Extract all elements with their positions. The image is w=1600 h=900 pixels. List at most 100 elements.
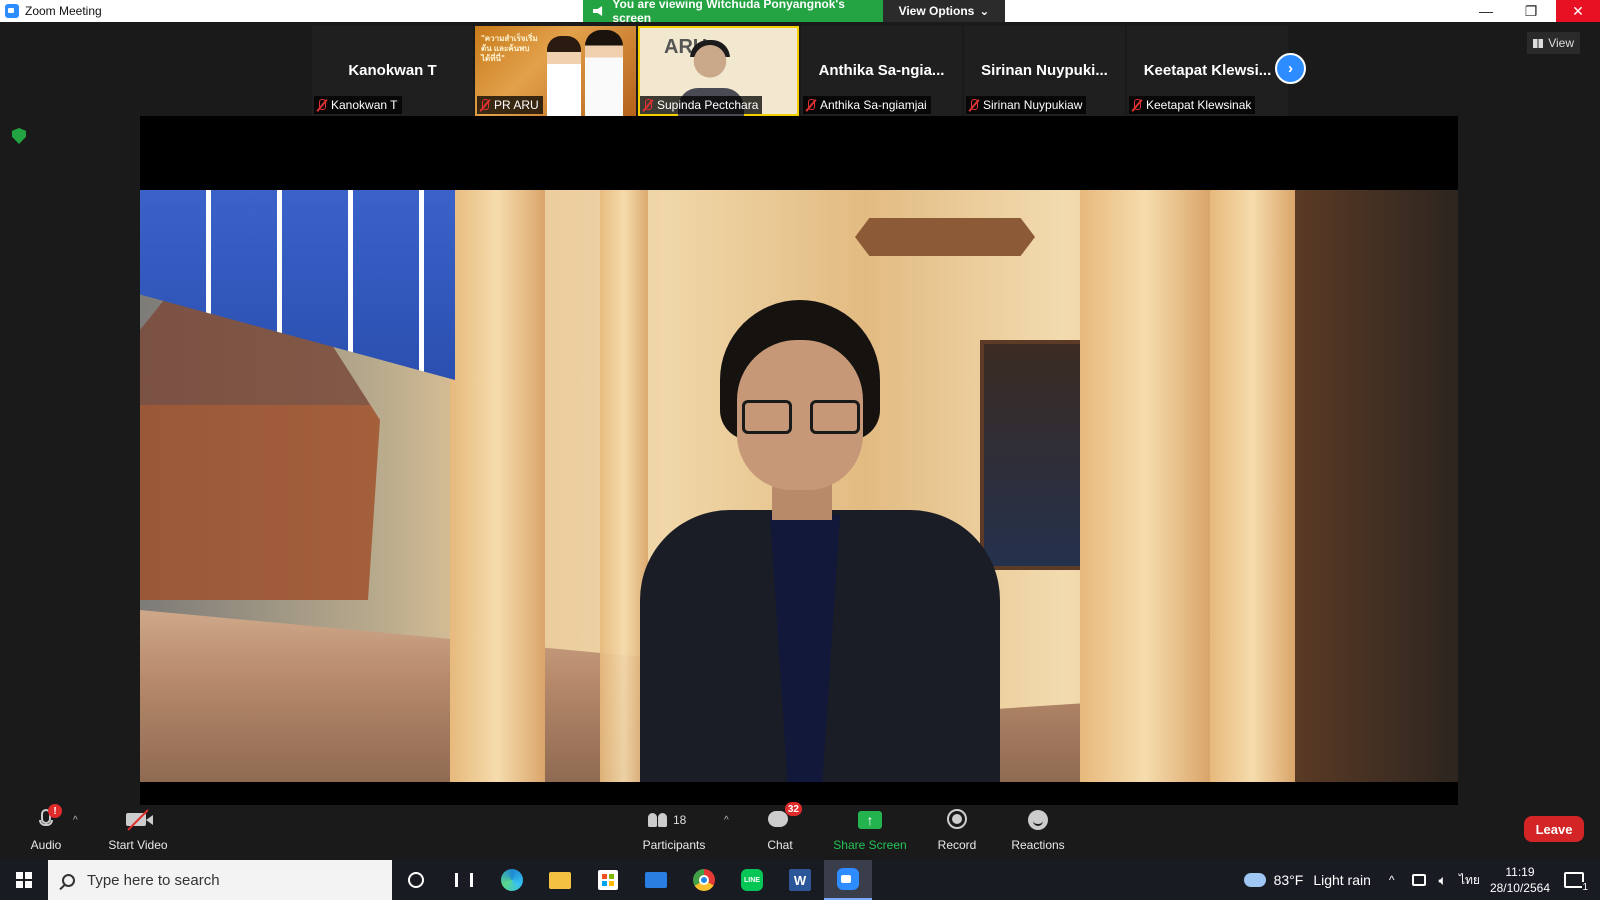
participants-count: 18 — [673, 813, 687, 827]
show-hidden-icons-chevron[interactable]: ^ — [1389, 873, 1395, 887]
viewing-indicator: You are viewing Witchuda Ponyangnok's sc… — [583, 0, 883, 25]
shared-video-frame — [140, 190, 1458, 782]
presenter-figure — [640, 300, 1000, 782]
encryption-shield-icon[interactable] — [12, 128, 26, 144]
chevron-down-icon: ⌄ — [979, 4, 990, 18]
audio-button[interactable]: ! Audio — [24, 804, 68, 860]
participant-tile[interactable]: Anthika Sa-ngia... Anthika Sa-ngiamjai — [801, 26, 962, 116]
glasses-right — [810, 400, 860, 434]
mic-muted-icon — [1131, 98, 1142, 112]
view-button[interactable]: View — [1527, 32, 1580, 54]
title-bar: Zoom Meeting You are viewing Witchuda Po… — [0, 0, 1600, 25]
share-screen-button[interactable]: ↑ Share Screen — [830, 805, 910, 860]
participant-label-text: Supinda Pectchara — [657, 98, 759, 112]
word-taskbar-button[interactable]: W — [776, 860, 824, 900]
participants-icon: 18 — [648, 808, 700, 832]
poster-person-image — [547, 36, 581, 116]
input-language[interactable]: ไทย — [1459, 871, 1480, 890]
participant-label-text: PR ARU — [494, 98, 539, 112]
window-title: Zoom Meeting — [25, 4, 102, 18]
chat-button[interactable]: 32 Chat — [758, 802, 802, 860]
participant-tile[interactable]: Kanokwan T Kanokwan T — [312, 26, 473, 116]
poster-text: "ความสำเร็จเริ่มต้น และค้นพบได้ที่นี่" — [481, 34, 538, 63]
search-placeholder: Type here to search — [87, 871, 220, 889]
line-taskbar-button[interactable]: LINE — [728, 860, 776, 900]
start-video-button[interactable]: Start Video — [100, 805, 176, 860]
video-off-icon — [126, 808, 153, 832]
participant-tile-active-speaker[interactable]: ARU Supinda Pectchara — [638, 26, 799, 116]
clock[interactable]: 11:19 28/10/2564 — [1490, 864, 1550, 896]
weather-description[interactable]: Light rain — [1313, 872, 1371, 888]
participant-label-text: Keetapat Klewsinak — [1146, 98, 1252, 112]
search-icon — [62, 873, 75, 887]
glasses-left — [742, 400, 792, 434]
participant-name-display: Sirinan Nuypuki... — [981, 62, 1108, 79]
weather-temperature[interactable]: 83°F — [1274, 872, 1304, 888]
record-button[interactable]: Record — [932, 805, 982, 860]
next-page-button[interactable]: › — [1275, 53, 1306, 84]
store-taskbar-button[interactable] — [584, 860, 632, 900]
participant-label: Keetapat Klewsinak — [1129, 96, 1256, 114]
mail-icon — [645, 872, 667, 888]
notification-center-icon[interactable]: 1 — [1564, 872, 1588, 893]
chrome-taskbar-button[interactable] — [680, 860, 728, 900]
mic-muted-icon — [805, 98, 816, 112]
audio-options-caret[interactable]: ^ — [73, 815, 78, 826]
scene-pillar — [1210, 190, 1295, 782]
task-view-icon — [455, 873, 473, 887]
record-icon — [945, 808, 969, 832]
leave-button[interactable]: Leave — [1524, 816, 1584, 842]
participant-label: Supinda Pectchara — [640, 96, 763, 114]
mic-muted-icon — [479, 98, 490, 112]
scene-sign — [855, 218, 1035, 256]
view-label: View — [1548, 36, 1574, 50]
participant-label-text: Anthika Sa-ngiamjai — [820, 98, 927, 112]
network-icon[interactable] — [1411, 874, 1426, 886]
participants-options-caret[interactable]: ^ — [724, 815, 729, 826]
start-button[interactable] — [0, 860, 48, 900]
participant-label: Sirinan Nuypukiaw — [966, 96, 1087, 114]
participant-tile[interactable]: "ความสำเร็จเริ่มต้น และค้นพบได้ที่นี่" P… — [475, 26, 636, 116]
meeting-controls: ! Audio ^ Start Video 18 Participants ^ … — [0, 802, 1600, 860]
file-explorer-taskbar-button[interactable] — [536, 860, 584, 900]
mail-taskbar-button[interactable] — [632, 860, 680, 900]
mic-muted-icon — [316, 98, 327, 112]
participants-label: Participants — [642, 838, 706, 852]
view-options-label: View Options — [898, 4, 975, 18]
participant-tile[interactable]: Sirinan Nuypuki... Sirinan Nuypukiaw — [964, 26, 1125, 116]
store-icon — [598, 870, 618, 890]
scene-pillar — [450, 190, 545, 782]
edge-icon — [501, 869, 523, 891]
participant-label: PR ARU — [477, 96, 543, 114]
edge-taskbar-button[interactable] — [488, 860, 536, 900]
cortana-icon — [408, 872, 424, 888]
participant-tile[interactable]: Keetapat Klewsi... Keetapat Klewsinak — [1127, 26, 1288, 116]
restore-button[interactable]: ❐ — [1509, 0, 1553, 22]
minimize-button[interactable]: — — [1464, 0, 1508, 22]
notification-count: 1 — [1582, 882, 1588, 893]
participants-button[interactable]: 18 Participants — [632, 805, 716, 860]
reactions-button[interactable]: Reactions — [1006, 805, 1070, 860]
poster-person-image — [585, 30, 623, 116]
word-icon: W — [789, 869, 811, 891]
mic-muted-icon — [968, 98, 979, 112]
scene-pillar — [1080, 190, 1210, 782]
close-button[interactable]: ✕ — [1556, 0, 1600, 22]
weather-cloud-icon[interactable] — [1243, 873, 1266, 887]
start-video-label: Start Video — [108, 838, 168, 852]
zoom-taskbar-button[interactable] — [824, 860, 872, 900]
participant-strip: Kanokwan T Kanokwan T "ความสำเร็จเริ่มต้… — [312, 26, 1288, 116]
participant-name-display: Keetapat Klewsi... — [1143, 62, 1272, 79]
taskbar-search-box[interactable]: Type here to search — [48, 860, 392, 900]
audio-alert-badge: ! — [48, 804, 62, 818]
volume-icon[interactable]: 🔈︎ — [1439, 872, 1447, 889]
reactions-label: Reactions — [1011, 838, 1065, 852]
chrome-icon — [693, 869, 715, 891]
windows-taskbar: Type here to search LINE W 83°F Light ra… — [0, 860, 1600, 900]
view-options-button[interactable]: View Options ⌄ — [883, 0, 1005, 22]
meeting-area: Kanokwan T Kanokwan T "ความสำเร็จเริ่มต้… — [0, 22, 1600, 813]
viewing-banner: You are viewing Witchuda Ponyangnok's sc… — [583, 0, 1005, 25]
task-view-button[interactable] — [440, 860, 488, 900]
cortana-button[interactable] — [392, 860, 440, 900]
participant-label-text: Sirinan Nuypukiaw — [983, 98, 1083, 112]
